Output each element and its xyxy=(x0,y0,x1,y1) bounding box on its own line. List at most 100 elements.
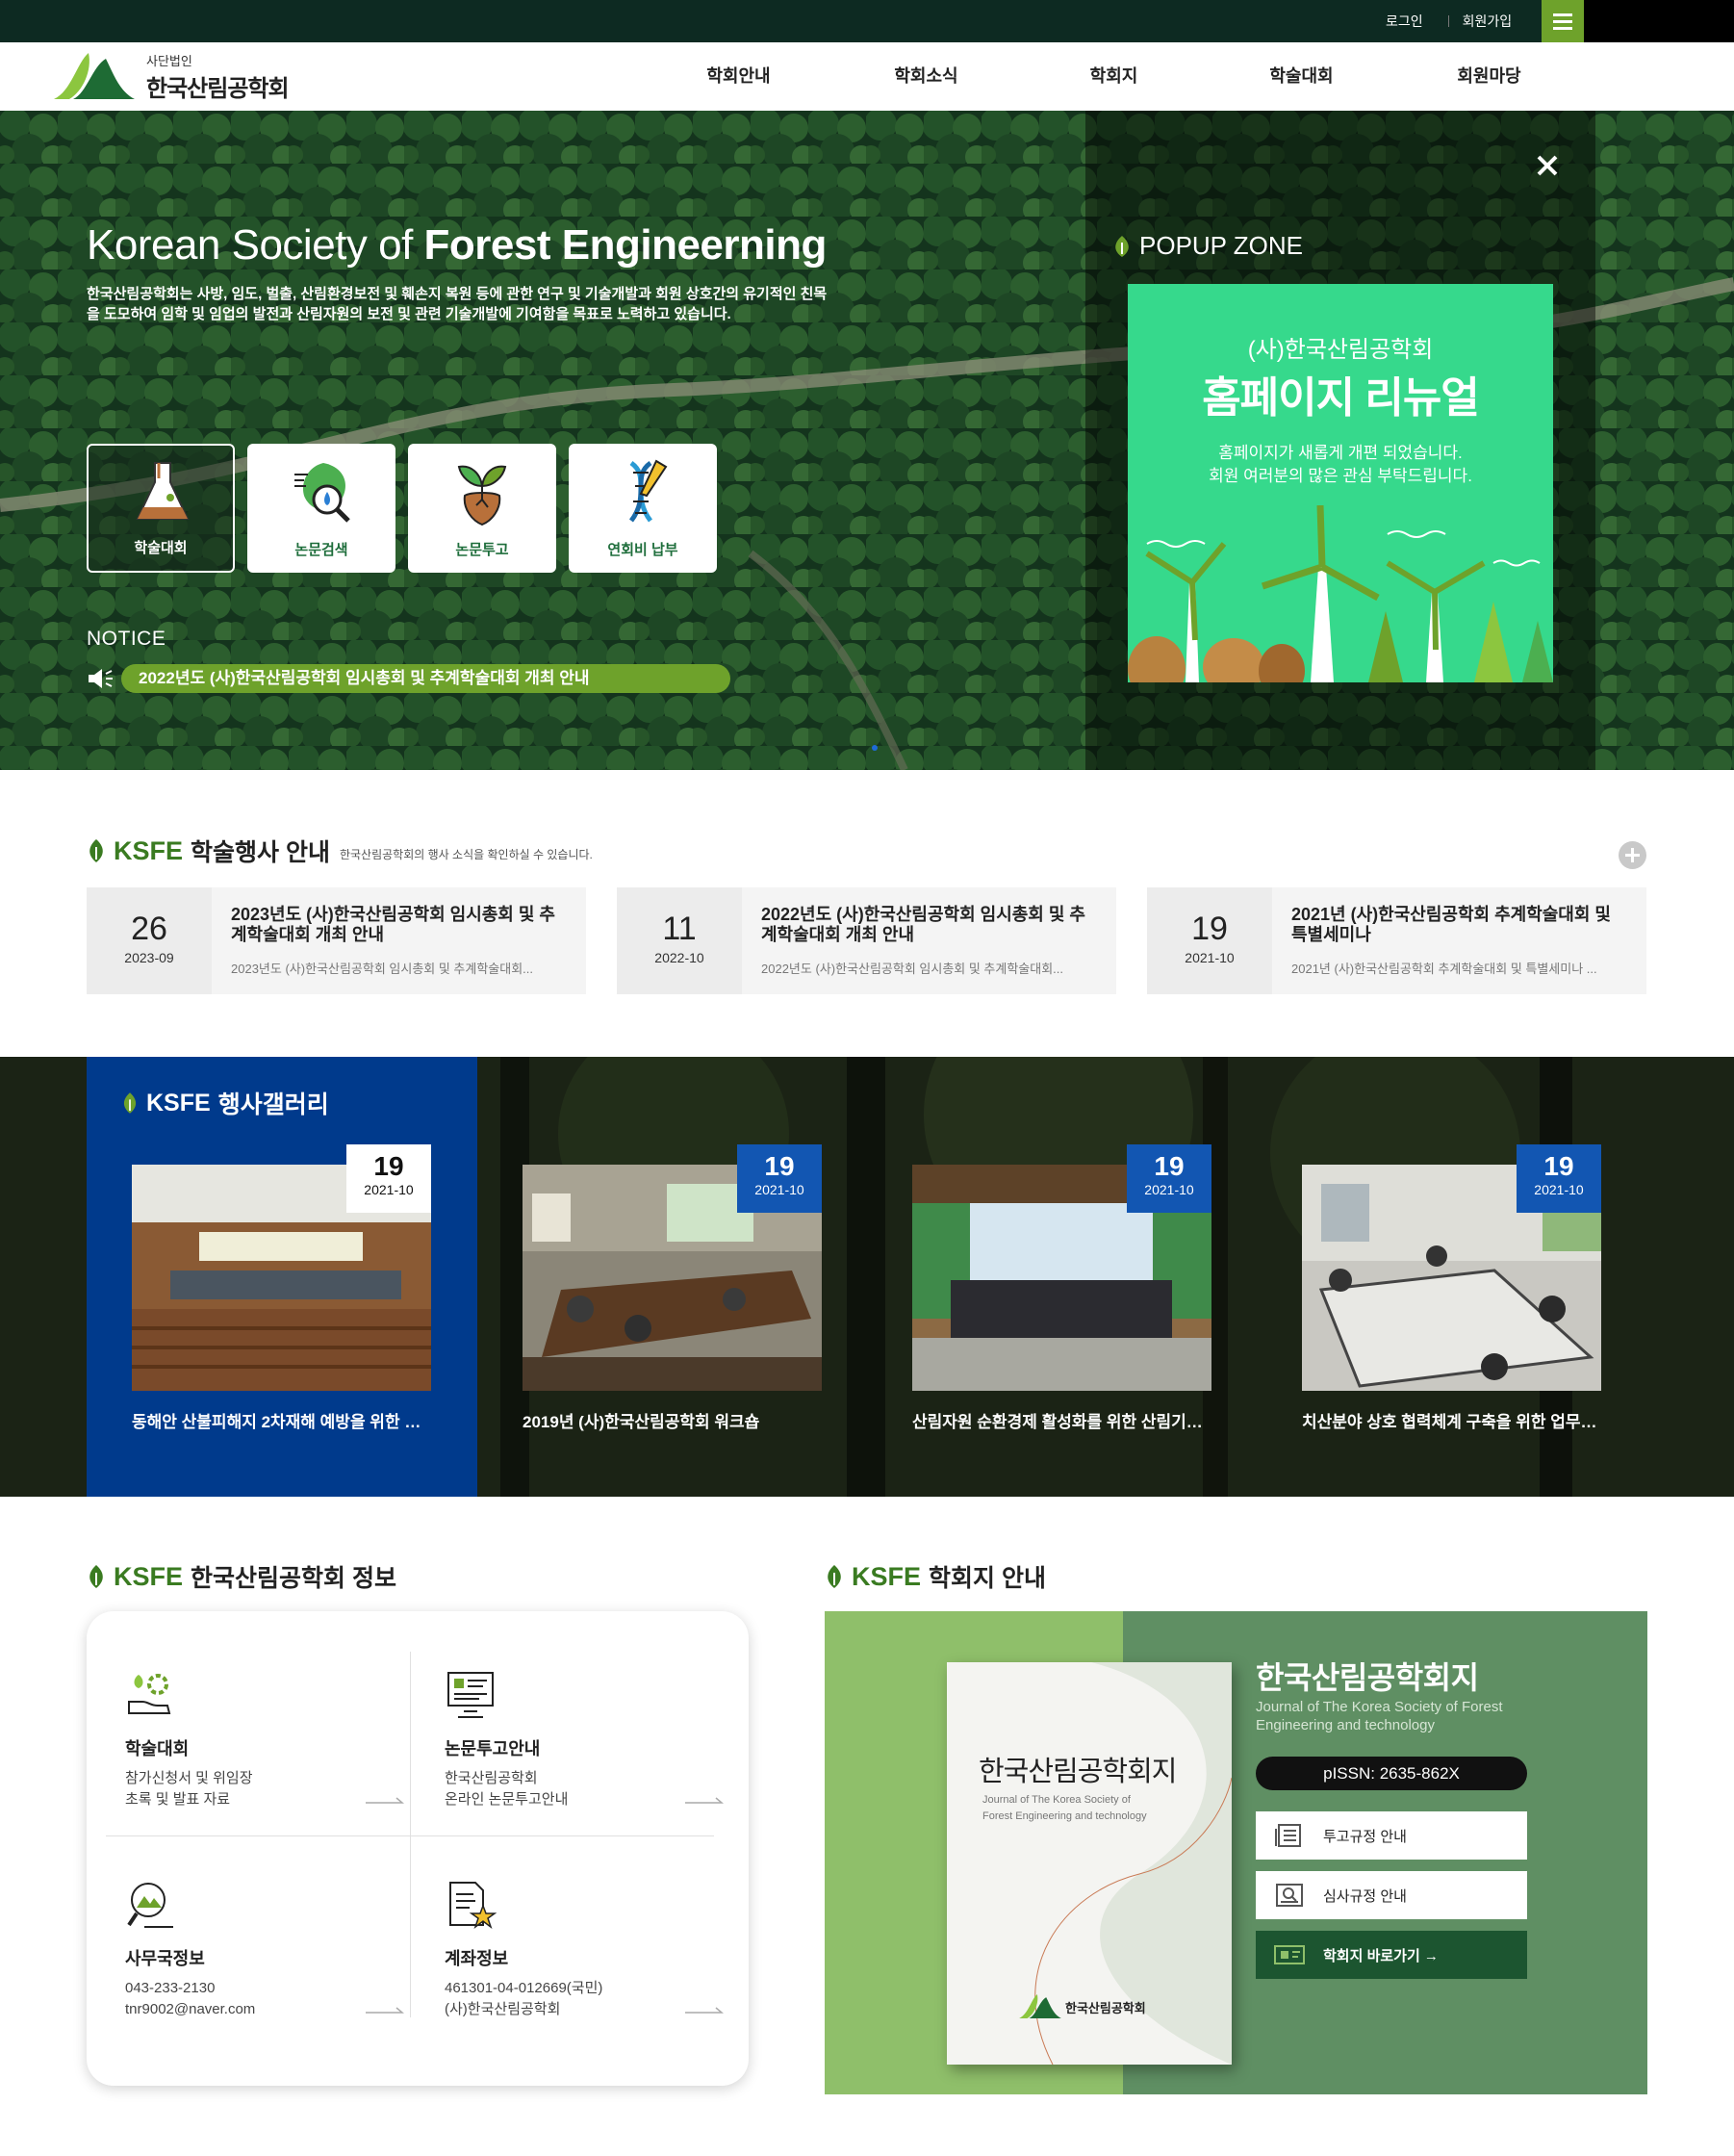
leaf-icon xyxy=(89,1565,103,1588)
gallery-item[interactable]: 19 2021-10 2019년 (사)한국산림공학회 워크숍 xyxy=(523,1144,822,1432)
cover-title: 한국산림공학회지 xyxy=(979,1757,1177,1787)
site-header: 사단법인 한국산림공학회 학회안내 학회소식 학회지 학술대회 회원마당 xyxy=(0,42,1734,111)
event-card[interactable]: 26 2023-09 2023년도 (사)한국산림공학회 임시총회 및 추계학술… xyxy=(87,887,586,994)
join-link[interactable]: 회원가입 xyxy=(1463,12,1513,31)
logo-subtitle: 사단법인 xyxy=(146,54,192,68)
gallery-caption: 2019년 (사)한국산림공학회 워크숍 xyxy=(523,1413,760,1431)
submission-rules-button[interactable]: 투고규정 안내 xyxy=(1256,1811,1527,1860)
monitor-doc-icon xyxy=(447,1672,494,1718)
info-card: 학술대회 참가신청서 및 위임장 초록 및 발표 자료 논문투고안내 한국산림공학… xyxy=(87,1611,749,2086)
leaf-icon xyxy=(1115,235,1129,257)
flask-icon xyxy=(136,462,190,520)
journal-panel: 한국산림공학회지 Journal of The Korea Society of… xyxy=(825,1611,1647,2094)
hero-banner: Korean Society of Forest Engineerning 한국… xyxy=(0,111,1734,770)
event-title: 2023년도 (사)한국산림공학회 임시총회 및 추계학술대회 개최 안내 xyxy=(231,905,555,944)
dna-pen-icon xyxy=(628,459,668,523)
arrow-right-icon xyxy=(685,2007,724,2014)
screen-icon xyxy=(1274,1945,1305,1964)
gallery-date: 19 2021-10 xyxy=(1127,1144,1211,1213)
quicklink-label: 논문검색 xyxy=(294,542,348,558)
quicklink-paper-submit[interactable]: 논문투고 xyxy=(408,444,556,573)
leaf-search-icon xyxy=(294,463,350,523)
gallery-caption: 치산분야 상호 협력체계 구축을 위한 업무협약 xyxy=(1302,1413,1601,1431)
wind-turbine-illustration xyxy=(1128,505,1553,682)
gallery-date: 19 2021-10 xyxy=(737,1144,822,1213)
info-cell-conference[interactable]: 학술대회 참가신청서 및 위임장 초록 및 발표 자료 xyxy=(125,1669,414,1813)
login-link[interactable]: 로그인 xyxy=(1386,12,1423,31)
speaker-icon xyxy=(89,669,113,688)
gallery-caption: 산림자원 순환경제 활성화를 위한 산림기술 세미나 xyxy=(912,1413,1211,1431)
quicklink-label: 학술대회 xyxy=(134,540,188,556)
event-summary: 2023년도 (사)한국산림공학회 임시총회 및 추계학술대회... xyxy=(231,962,534,976)
notice-label: NOTICE xyxy=(87,628,166,650)
gallery-item[interactable]: 19 2021-10 산림자원 순환경제 활성화를 위한 산림기술 세미나 xyxy=(912,1144,1211,1432)
nav-item-conference[interactable]: 학술대회 xyxy=(1208,42,1395,111)
topbar-dark-block xyxy=(1584,0,1734,42)
arrow-right-icon xyxy=(366,2007,404,2014)
leaf-icon xyxy=(89,839,103,862)
event-summary: 2022년도 (사)한국산림공학회 임시총회 및 추계학술대회... xyxy=(761,962,1064,976)
gallery-item[interactable]: 19 2021-10 동해안 산불피해지 2차재해 예방을 위한 심포지엄 xyxy=(132,1144,431,1432)
info-cell-submission[interactable]: 논문투고안내 한국산림공학회 온라인 논문투고안내 xyxy=(445,1669,733,1813)
quicklink-paper-search[interactable]: 논문검색 xyxy=(247,444,395,573)
journal-link-button[interactable]: 학회지 바로가기 → xyxy=(1256,1931,1527,1979)
gallery-date: 19 2021-10 xyxy=(346,1144,431,1213)
arrow-right-icon xyxy=(366,1797,404,1804)
events-section-title: KSFE 학술행사 안내 한국산림공학회의 행사 소식을 확인하실 수 있습니다… xyxy=(87,834,593,868)
main-nav: 학회안내 학회소식 학회지 학술대회 회원마당 xyxy=(645,42,1583,111)
arrow-right-icon xyxy=(685,1797,724,1804)
nav-item-news[interactable]: 학회소식 xyxy=(832,42,1020,111)
event-date: 11 2022-10 xyxy=(617,887,742,994)
journal-section-title: KSFE 학회지 안내 xyxy=(825,1559,1046,1594)
info-section-title: KSFE 한국산림공학회 정보 xyxy=(87,1559,396,1594)
event-card[interactable]: 11 2022-10 2022년도 (사)한국산림공학회 임시총회 및 추계학술… xyxy=(617,887,1116,994)
leaf-icon xyxy=(123,1092,137,1114)
hamburger-icon[interactable] xyxy=(1542,0,1584,42)
search-mountain-icon xyxy=(127,1883,173,1928)
event-card[interactable]: 19 2021-10 2021년 (사)한국산림공학회 추계학술대회 및 특별세… xyxy=(1147,887,1646,994)
site-logo[interactable]: 사단법인 한국산림공학회 xyxy=(54,52,290,102)
event-title: 2022년도 (사)한국산림공학회 임시총회 및 추계학술대회 개최 안내 xyxy=(761,905,1085,944)
gallery-caption: 동해안 산불피해지 2차재해 예방을 위한 심포지엄 xyxy=(132,1413,431,1431)
info-cell-account[interactable]: 계좌정보 461301-04-012669(국민) (사)한국산림공학회 xyxy=(445,1879,733,2023)
journal-english-name: Journal of The Korea Society of Forest E… xyxy=(1256,1699,1503,1733)
popup-org: (사)한국산림공학회 xyxy=(1247,337,1434,363)
event-title: 2021년 (사)한국산림공학회 추계학술대회 및 특별세미나 xyxy=(1291,905,1611,944)
more-events-button[interactable] xyxy=(1619,841,1646,869)
close-icon[interactable] xyxy=(1536,154,1559,177)
sprout-icon xyxy=(457,465,507,526)
info-cell-office[interactable]: 사무국정보 043-233-2130 tnr9002@naver.com xyxy=(125,1879,414,2023)
document-star-icon xyxy=(449,1882,497,1930)
top-utility-bar: 로그인 회원가입 xyxy=(0,0,1734,42)
popup-banner[interactable]: (사)한국산림공학회 홈페이지 리뉴얼 홈페이지가 새롭게 개편 되었습니다. 회… xyxy=(1128,284,1553,682)
popup-headline: 홈페이지 리뉴얼 xyxy=(1202,374,1480,422)
notice-ticker[interactable]: 2022년도 (사)한국산림공학회 임시총회 및 추계학술대회 개최 안내 xyxy=(121,664,730,693)
event-date: 19 2021-10 xyxy=(1147,887,1272,994)
popup-message: 홈페이지가 새롭게 개편 되었습니다. 회원 여러분의 많은 관심 부탁드립니다. xyxy=(1209,444,1472,485)
cover-logo: 한국산림공학회 xyxy=(1019,1994,1146,2019)
event-summary: 2021년 (사)한국산림공학회 추계학술대회 및 특별세미나 ... xyxy=(1291,962,1597,976)
popup-title: POPUP ZONE xyxy=(1112,231,1303,261)
journal-cover[interactable]: 한국산림공학회지 Journal of The Korea Society of… xyxy=(947,1662,1232,2065)
leaf-icon xyxy=(828,1565,841,1588)
nav-item-about[interactable]: 학회안내 xyxy=(645,42,832,111)
journal-name: 한국산림공학회지 xyxy=(1256,1660,1479,1695)
slider-indicator[interactable] xyxy=(872,745,878,751)
gallery-date: 19 2021-10 xyxy=(1517,1144,1601,1213)
book-icon xyxy=(1275,1824,1301,1847)
quicklink-conference[interactable]: 학술대회 xyxy=(87,444,235,573)
popup-zone: POPUP ZONE (사)한국산림공학회 홈페이지 리뉴얼 홈페이지가 새롭게… xyxy=(1085,111,1595,770)
gallery-title: KSFE 행사갤러리 xyxy=(121,1086,329,1120)
quicklink-annual-fee[interactable]: 연회비 납부 xyxy=(569,444,717,573)
divider xyxy=(106,1835,714,1836)
cover-subtitle: Journal of The Korea Society of Forest En… xyxy=(982,1794,1147,1822)
nav-item-journal[interactable]: 학회지 xyxy=(1020,42,1208,111)
mountain-logo-icon xyxy=(54,53,135,99)
divider xyxy=(1447,15,1449,27)
hero-description: 한국산림공학회는 사방, 임도, 벌출, 산림환경보전 및 훼손지 복원 등에 … xyxy=(87,286,828,322)
nav-item-members[interactable]: 회원마당 xyxy=(1395,42,1583,111)
quick-links: 학술대회 논문검색 논문투고 연회비 납부 xyxy=(87,444,717,573)
gallery-item[interactable]: 19 2021-10 치산분야 상호 협력체계 구축을 위한 업무협약 xyxy=(1302,1144,1601,1432)
review-rules-button[interactable]: 심사규정 안내 xyxy=(1256,1871,1527,1919)
quicklink-label: 논문투고 xyxy=(455,542,509,558)
